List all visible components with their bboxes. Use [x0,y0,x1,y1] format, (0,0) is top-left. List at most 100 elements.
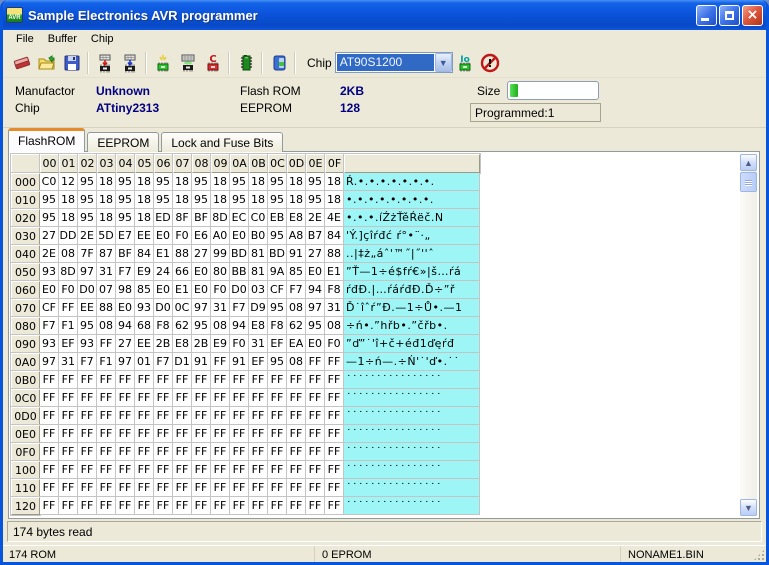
hex-byte-cell[interactable]: 95 [192,317,211,335]
hex-byte-cell[interactable]: FF [230,443,249,461]
hex-byte-cell[interactable]: 95 [268,227,287,245]
hex-byte-cell[interactable]: FF [59,461,78,479]
hex-byte-cell[interactable]: FF [97,497,116,515]
hex-byte-cell[interactable]: 5D [97,227,116,245]
hex-byte-cell[interactable]: 95 [268,299,287,317]
hex-byte-cell[interactable]: D9 [249,299,268,317]
hex-byte-cell[interactable]: 18 [325,191,344,209]
hex-byte-cell[interactable]: 93 [40,263,59,281]
hex-byte-cell[interactable]: D0 [78,281,97,299]
hex-byte-cell[interactable]: FF [268,389,287,407]
hex-byte-cell[interactable]: FF [40,407,59,425]
hex-byte-cell[interactable]: F8 [268,317,287,335]
hex-byte-cell[interactable]: 18 [97,191,116,209]
hex-byte-cell[interactable]: 91 [230,353,249,371]
program-chip-button[interactable] [92,50,117,75]
hex-byte-cell[interactable]: D0 [154,299,173,317]
hex-byte-cell[interactable]: 08 [287,353,306,371]
hex-byte-cell[interactable]: FF [249,407,268,425]
hex-byte-cell[interactable]: 18 [211,191,230,209]
hex-byte-cell[interactable]: FF [59,497,78,515]
hex-byte-cell[interactable]: 95 [116,209,135,227]
hex-byte-cell[interactable]: 4E [325,209,344,227]
hex-byte-cell[interactable]: 97 [40,353,59,371]
hex-byte-cell[interactable]: F1 [97,353,116,371]
hex-byte-cell[interactable]: FF [249,497,268,515]
hex-byte-cell[interactable]: EE [135,227,154,245]
hex-byte-cell[interactable]: FF [135,389,154,407]
hex-byte-cell[interactable]: 31 [211,299,230,317]
hex-byte-cell[interactable]: 12 [59,173,78,191]
hex-byte-cell[interactable]: E8 [173,335,192,353]
hex-byte-cell[interactable]: 81 [249,263,268,281]
hex-byte-cell[interactable]: FF [97,407,116,425]
hex-byte-cell[interactable]: 07 [97,281,116,299]
hex-byte-cell[interactable]: 95 [268,191,287,209]
hex-byte-cell[interactable]: EB [268,209,287,227]
hex-byte-cell[interactable]: 95 [78,191,97,209]
hex-byte-cell[interactable]: 97 [78,263,97,281]
hex-byte-cell[interactable]: FF [154,461,173,479]
save-file-button[interactable] [59,50,84,75]
hex-byte-cell[interactable]: 97 [116,353,135,371]
close-button[interactable]: × [742,4,763,26]
erase-buffer-button[interactable] [9,50,34,75]
hex-byte-cell[interactable]: FF [116,389,135,407]
hex-byte-cell[interactable]: 95 [116,191,135,209]
hex-byte-cell[interactable]: FF [40,461,59,479]
hex-byte-cell[interactable]: 18 [287,191,306,209]
hex-byte-cell[interactable]: 27 [192,245,211,263]
hex-byte-cell[interactable]: FF [249,479,268,497]
hex-byte-cell[interactable]: FF [59,425,78,443]
hex-byte-cell[interactable]: EF [249,353,268,371]
hex-byte-cell[interactable]: 95 [78,209,97,227]
hex-byte-cell[interactable]: 08 [97,317,116,335]
hex-byte-cell[interactable]: BB [230,263,249,281]
hex-byte-cell[interactable]: 03 [249,281,268,299]
hex-byte-cell[interactable]: 18 [135,173,154,191]
hex-byte-cell[interactable]: 94 [230,317,249,335]
hex-byte-cell[interactable]: FF [325,353,344,371]
hex-byte-cell[interactable]: E1 [325,263,344,281]
hex-byte-cell[interactable]: F7 [230,299,249,317]
hex-byte-cell[interactable]: E0 [40,281,59,299]
hex-byte-cell[interactable]: FF [78,407,97,425]
hex-byte-cell[interactable]: 7F [78,245,97,263]
hex-byte-cell[interactable]: FF [287,443,306,461]
hex-byte-cell[interactable]: 95 [306,191,325,209]
hex-byte-cell[interactable]: 95 [154,173,173,191]
hex-byte-cell[interactable]: FF [40,497,59,515]
hex-byte-cell[interactable]: FF [268,443,287,461]
hex-byte-cell[interactable]: F8 [154,317,173,335]
hex-byte-cell[interactable]: FF [116,443,135,461]
hex-byte-cell[interactable]: 95 [116,173,135,191]
hex-byte-cell[interactable]: 62 [287,317,306,335]
hex-byte-cell[interactable]: FF [192,389,211,407]
hex-byte-cell[interactable]: FF [116,497,135,515]
hex-byte-cell[interactable]: FF [211,461,230,479]
hex-byte-cell[interactable]: FF [268,425,287,443]
hex-byte-cell[interactable]: E1 [173,281,192,299]
hex-byte-cell[interactable]: FF [59,443,78,461]
hex-byte-cell[interactable]: 31 [59,353,78,371]
hex-byte-cell[interactable]: E6 [192,227,211,245]
hex-byte-cell[interactable]: BD [268,245,287,263]
hex-byte-cell[interactable]: 18 [211,173,230,191]
hex-byte-cell[interactable]: B0 [249,227,268,245]
hex-byte-cell[interactable]: 97 [192,299,211,317]
hex-byte-cell[interactable]: FF [135,461,154,479]
hex-byte-cell[interactable]: FF [192,497,211,515]
hex-byte-cell[interactable]: 27 [306,245,325,263]
hex-byte-cell[interactable]: F0 [211,281,230,299]
minimize-button[interactable] [696,4,717,26]
hex-byte-cell[interactable]: E0 [154,227,173,245]
title-bar[interactable]: AVR Sample Electronics AVR programmer × [3,0,766,30]
hex-byte-cell[interactable]: FF [78,497,97,515]
hex-byte-cell[interactable]: FF [135,479,154,497]
hex-byte-cell[interactable]: D0 [230,281,249,299]
hex-byte-cell[interactable]: 2B [192,335,211,353]
hex-byte-cell[interactable]: FF [306,407,325,425]
hex-byte-cell[interactable]: E8 [287,209,306,227]
hex-byte-cell[interactable]: 95 [230,191,249,209]
hex-byte-cell[interactable]: FF [287,389,306,407]
